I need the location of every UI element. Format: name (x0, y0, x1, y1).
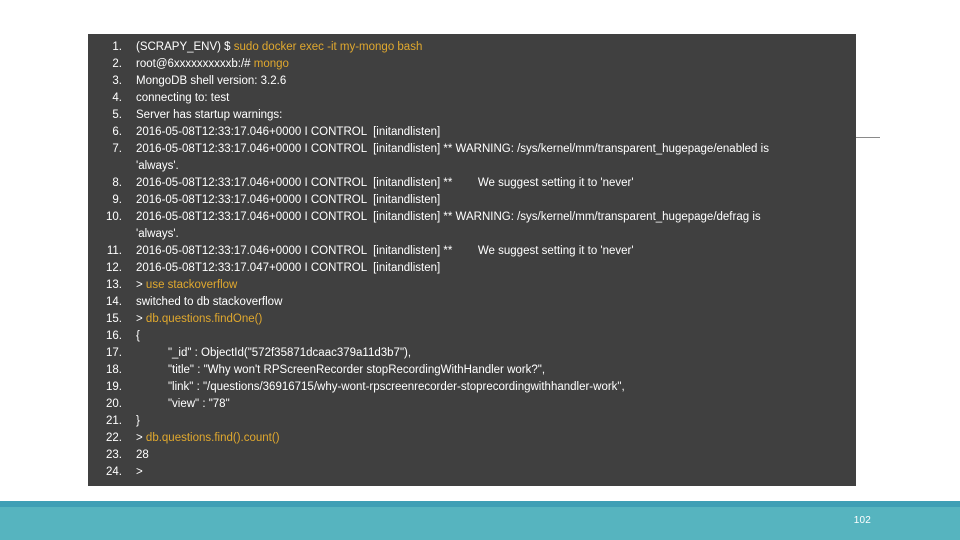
code-output-text: } (136, 415, 140, 427)
code-line: 8. 2016-05-08T12:33:17.046+0000 I CONTROL… (88, 175, 856, 192)
code-output-text: > (136, 466, 143, 478)
code-line: 17. "_id" : ObjectId("572f35871dcaac379a… (88, 345, 856, 362)
code-line: 1. (SCRAPY_ENV) $ sudo docker exec -it my… (88, 39, 856, 56)
code-output-text: > (136, 279, 146, 291)
code-line: 15. > db.questions.findOne() (88, 311, 856, 328)
code-output-text: 2016-05-08T12:33:17.046+0000 I CONTROL [… (136, 143, 769, 155)
code-line-number: 6. (112, 126, 122, 138)
code-line: 3. MongoDB shell version: 3.2.6 (88, 73, 856, 90)
code-line-number: 22. (106, 432, 122, 444)
code-line: 23. 28 (88, 447, 856, 464)
code-output-text: 2016-05-08T12:33:17.046+0000 I CONTROL [… (136, 245, 634, 257)
code-output-text: > (136, 432, 146, 444)
slide-canvas: 1. (SCRAPY_ENV) $ sudo docker exec -it my… (0, 0, 960, 540)
page-number: 102 (853, 515, 871, 526)
code-line: 19. "link" : "/questions/36916715/why-wo… (88, 379, 856, 396)
code-line-number: 10. (106, 211, 122, 223)
code-output-text: switched to db stackoverflow (136, 296, 283, 308)
code-line-number: 23. (106, 449, 122, 461)
code-command-text: db.questions.findOne() (145, 313, 263, 325)
code-line-number: 3. (112, 75, 122, 87)
code-output-text: connecting to: test (136, 92, 230, 104)
code-output-text: root@6xxxxxxxxxxb:/# (136, 58, 254, 70)
code-line-number: 15. (106, 313, 122, 325)
code-line: 4. connecting to: test (88, 90, 856, 107)
code-output-text: 2016-05-08T12:33:17.046+0000 I CONTROL [… (136, 126, 441, 138)
code-line: 6. 2016-05-08T12:33:17.046+0000 I CONTROL… (88, 124, 856, 141)
code-output-text: 2016-05-08T12:33:17.046+0000 I CONTROL [… (136, 194, 441, 206)
horizontal-rule-divider (856, 137, 880, 138)
code-output-text: 'always'. (136, 228, 179, 240)
code-line: 24. > (88, 464, 856, 481)
code-line: 10. 2016-05-08T12:33:17.046+0000 I CONTRO… (88, 209, 856, 226)
code-output-text: 2016-05-08T12:33:17.047+0000 I CONTROL [… (136, 262, 441, 274)
code-line: 9. 2016-05-08T12:33:17.046+0000 I CONTROL… (88, 192, 856, 209)
footer-band (0, 507, 960, 540)
code-line-number: 9. (112, 194, 122, 206)
code-line: 16. { (88, 328, 856, 345)
code-line: 13. > use stackoverflow (88, 277, 856, 294)
code-command-text: mongo (253, 58, 289, 70)
code-line-number: 16. (106, 330, 122, 342)
code-line: 'always'. (88, 158, 856, 175)
terminal-code-panel: 1. (SCRAPY_ENV) $ sudo docker exec -it my… (88, 34, 856, 486)
code-line: 5. Server has startup warnings: (88, 107, 856, 124)
code-line: 14. switched to db stackoverflow (88, 294, 856, 311)
code-output-text: Server has startup warnings: (136, 109, 283, 121)
code-line-list: 1. (SCRAPY_ENV) $ sudo docker exec -it my… (88, 39, 856, 481)
code-line-number: 7. (112, 143, 122, 155)
code-output-text: 2016-05-08T12:33:17.046+0000 I CONTROL [… (136, 211, 761, 223)
code-command-text: sudo docker exec -it my-mongo bash (233, 41, 423, 53)
code-output-text: "_id" : ObjectId("572f35871dcaac379a11d3… (136, 347, 412, 359)
code-line-number: 4. (112, 92, 122, 104)
code-output-text: "view" : "78" (136, 398, 230, 410)
code-command-text: db.questions.find().count() (145, 432, 280, 444)
code-output-text: 28 (136, 449, 149, 461)
code-line-number: 5. (112, 109, 122, 121)
code-line: 12. 2016-05-08T12:33:17.047+0000 I CONTRO… (88, 260, 856, 277)
code-line-number: 21. (106, 415, 122, 427)
code-output-text: > (136, 313, 146, 325)
code-output-text: { (136, 330, 140, 342)
code-line-number: 24. (106, 466, 122, 478)
code-output-text: "link" : "/questions/36916715/why-wont-r… (136, 381, 625, 393)
code-line: 11. 2016-05-08T12:33:17.046+0000 I CONTRO… (88, 243, 856, 260)
code-line-number: 8. (112, 177, 122, 189)
code-line: 7. 2016-05-08T12:33:17.046+0000 I CONTROL… (88, 141, 856, 158)
code-line-number: 17. (106, 347, 122, 359)
code-line: 2. root@6xxxxxxxxxxb:/# mongo (88, 56, 856, 73)
code-line-number: 12. (106, 262, 122, 274)
code-output-text: 2016-05-08T12:33:17.046+0000 I CONTROL [… (136, 177, 634, 189)
code-line-number: 19. (106, 381, 122, 393)
code-output-text: "title" : "Why won't RPScreenRecorder st… (136, 364, 546, 376)
code-line-number: 1. (112, 41, 122, 53)
code-output-text: MongoDB shell version: 3.2.6 (136, 75, 287, 87)
code-line: 22. > db.questions.find().count() (88, 430, 856, 447)
code-line-number: 14. (106, 296, 122, 308)
code-output-text: (SCRAPY_ENV) $ (136, 41, 234, 53)
code-line-number: 20. (106, 398, 122, 410)
code-line-number: 11. (106, 245, 122, 257)
code-line-number: 13. (106, 279, 122, 291)
code-line: 'always'. (88, 226, 856, 243)
code-line-number: 18. (106, 364, 122, 376)
code-line: 20. "view" : "78" (88, 396, 856, 413)
code-output-text: 'always'. (136, 160, 179, 172)
code-line: 18. "title" : "Why won't RPScreenRecorde… (88, 362, 856, 379)
code-command-text: use stackoverflow (145, 279, 238, 291)
code-line-number: 2. (112, 58, 122, 70)
code-line: 21.} (88, 413, 856, 430)
